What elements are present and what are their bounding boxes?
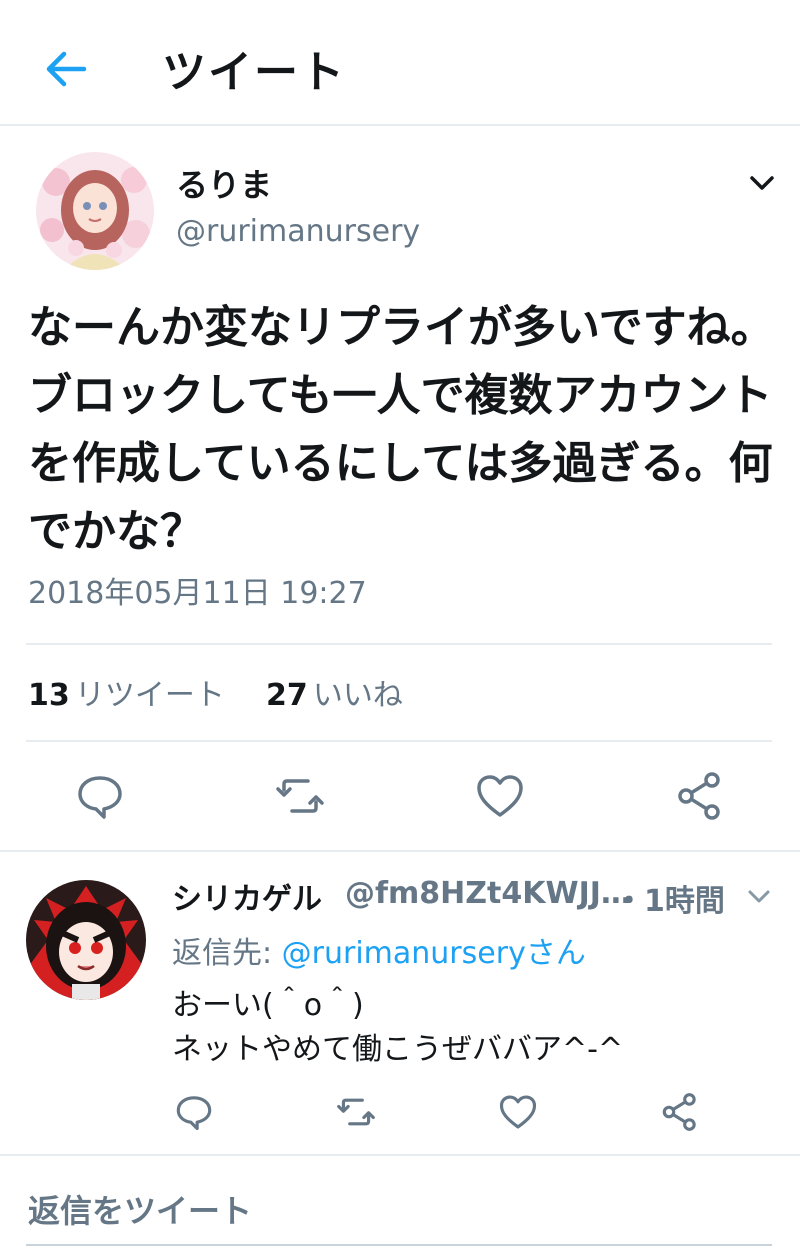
page-title: ツイート [162,47,346,98]
reply-compose-input[interactable]: 返信をツイート [28,1186,252,1232]
reply-to-prefix: 返信先: [172,936,273,971]
retweet-icon[interactable] [334,1090,378,1134]
tweet-text: なーんか変なリプライが多いですね。ブロックしても一人で複数アカウントを作成してい… [28,302,775,557]
divider [0,850,800,852]
compose-underline [26,1244,772,1246]
chevron-down-icon[interactable] [744,884,774,910]
share-icon[interactable] [672,768,728,824]
retweet-count: 13 [28,678,70,713]
tweet-timestamp: 2018年05月11日 19:27 [28,576,367,611]
back-arrow-icon[interactable] [40,44,90,94]
share-icon[interactable] [658,1090,702,1134]
like-count: 27 [266,678,308,713]
reply-author-avatar[interactable] [26,880,146,1000]
author-avatar[interactable] [36,152,154,270]
reply-author-handle[interactable]: @fm8HZt4KWJJ… [345,876,631,911]
reply-icon[interactable] [72,768,128,824]
like-label: いいね [312,678,403,713]
reply-text-line-1: おーい(＾o＾) [172,988,364,1023]
reply-icon[interactable] [172,1090,216,1134]
reply-text-line-2: ネットやめて働こうぜババア^-^ [172,1032,624,1067]
divider [26,740,772,742]
like-icon[interactable] [472,768,528,824]
top-bar [0,0,800,126]
retweet-stat[interactable]: 13 リツイート [28,670,225,714]
chevron-down-icon[interactable] [746,170,778,198]
divider [0,1154,800,1156]
divider [26,643,772,645]
reply-time: ・1時間 [614,884,725,919]
author-name[interactable]: るりま [176,160,272,206]
retweet-label: リツイート [74,678,225,713]
like-icon[interactable] [496,1090,540,1134]
reply-to-line: 返信先: @rurimanurseryさん [172,928,586,972]
reply-to-mention[interactable]: @rurimanurseryさん [282,936,586,971]
like-stat[interactable]: 27 いいね [266,670,403,714]
author-handle[interactable]: @rurimanursery [176,214,420,249]
retweet-icon[interactable] [272,768,328,824]
reply-author-name[interactable]: シリカゲル [172,874,322,918]
